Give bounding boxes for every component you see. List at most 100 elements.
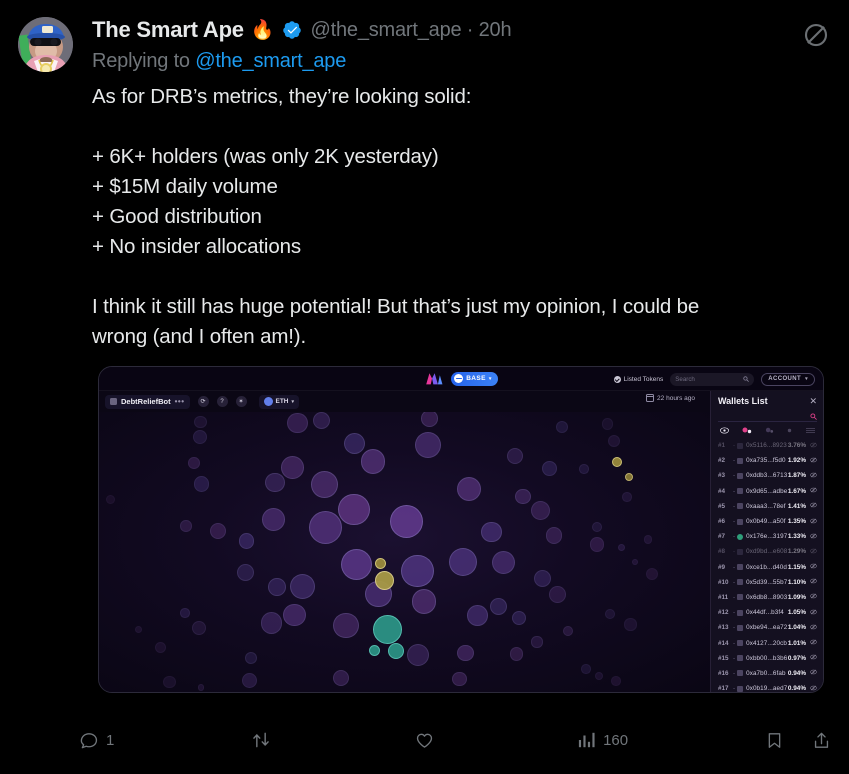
wallet-row[interactable]: #1- 0x5116...8923 3.76%: [718, 438, 817, 453]
eye-toggle-icon[interactable]: [810, 487, 817, 495]
time-badge[interactable]: 22 hours ago: [646, 394, 695, 402]
bubble-node[interactable]: [411, 589, 437, 614]
bubble-node[interactable]: [287, 412, 308, 434]
wallet-address[interactable]: 0x176e...3197: [746, 533, 787, 540]
eye-toggle-icon[interactable]: [810, 563, 817, 571]
bubble-node[interactable]: [341, 548, 373, 580]
bubble-node[interactable]: [333, 612, 360, 639]
bubble-node[interactable]: [506, 447, 524, 465]
wallet-address[interactable]: 0x6db8...8903: [746, 594, 787, 601]
bubble-node[interactable]: [338, 493, 370, 526]
bubble-node[interactable]: [457, 644, 474, 662]
wallet-address[interactable]: 0xaaa3...78ef: [746, 503, 785, 510]
retweet-button[interactable]: [251, 730, 278, 750]
display-name[interactable]: The Smart Ape: [92, 17, 244, 43]
wallet-address[interactable]: 0x5d39...55b7: [746, 579, 787, 586]
bubble-node[interactable]: [163, 675, 176, 688]
bubble-node[interactable]: [374, 570, 394, 590]
bubble-node[interactable]: [415, 431, 442, 458]
wallet-address[interactable]: 0xa735...f5d0: [746, 457, 785, 464]
eye-toggle-icon[interactable]: [810, 609, 817, 617]
wallet-row[interactable]: #11- 0x6db8...8903 1.09%: [718, 590, 817, 605]
embedded-media-image[interactable]: BASE ▾ Listed Tokens Search ACCOUNT ▾ De…: [98, 366, 824, 693]
bubble-node[interactable]: [511, 610, 527, 626]
bubble-node[interactable]: [489, 597, 507, 615]
reply-button[interactable]: 1: [80, 731, 114, 750]
wallet-address[interactable]: 0xddb3...6713: [746, 472, 787, 479]
bubble-node[interactable]: [268, 578, 287, 596]
bubble-node[interactable]: [581, 664, 591, 674]
bubble-node[interactable]: [245, 652, 258, 665]
bubble-node[interactable]: [612, 457, 622, 467]
eye-toggle-icon[interactable]: [810, 502, 817, 510]
bubble-node[interactable]: [188, 457, 200, 469]
bubble-node[interactable]: [622, 492, 633, 502]
wallet-row[interactable]: #2- 0xa735...f5d0 1.92%: [718, 453, 817, 468]
eye-toggle-icon[interactable]: [810, 654, 817, 662]
wallet-address[interactable]: 0x0b49...a50f: [746, 518, 785, 525]
bubble-node[interactable]: [105, 494, 116, 505]
eye-toggle-icon[interactable]: [810, 518, 817, 526]
bubble-node[interactable]: [193, 415, 207, 429]
bubble-map[interactable]: [99, 412, 710, 692]
bubble-node[interactable]: [406, 643, 430, 667]
bubble-node[interactable]: [563, 625, 574, 636]
eye-toggle-icon[interactable]: [810, 533, 817, 541]
help-icon[interactable]: ?: [216, 396, 228, 407]
bubble-node[interactable]: [645, 568, 659, 581]
bubble-node[interactable]: [134, 626, 142, 634]
wallet-address[interactable]: 0x4127...20cb: [746, 640, 787, 647]
token-chip[interactable]: DebtReliefBot •••: [105, 394, 190, 409]
dot-icon[interactable]: [786, 427, 793, 434]
bubble-node[interactable]: [421, 412, 439, 428]
bubble-node[interactable]: [312, 412, 330, 429]
bubble-node[interactable]: [542, 460, 558, 476]
bubble-node[interactable]: [555, 420, 568, 433]
bubble-node[interactable]: [237, 563, 255, 581]
wallet-address[interactable]: 0xbb00...b3b6: [746, 655, 787, 662]
bubble-node[interactable]: [372, 614, 402, 644]
bubble-node[interactable]: [241, 673, 257, 689]
bubble-node[interactable]: [534, 570, 552, 588]
bubble-node[interactable]: [389, 505, 423, 539]
eye-toggle-icon[interactable]: [810, 669, 817, 677]
bubble-node[interactable]: [360, 449, 386, 474]
wallet-address[interactable]: 0xbe94...ea72: [746, 624, 787, 631]
bubble-node[interactable]: [180, 520, 193, 532]
account-button[interactable]: ACCOUNT ▾: [761, 372, 815, 386]
bubble-node[interactable]: [456, 476, 482, 502]
bubble-node[interactable]: [452, 671, 467, 687]
bookmark-button[interactable]: [765, 731, 784, 750]
listed-tokens[interactable]: Listed Tokens: [613, 375, 663, 383]
wallet-address[interactable]: 0x5116...8923: [746, 442, 787, 449]
wallet-address[interactable]: 0xd9bd...e608: [746, 548, 787, 555]
bubble-node[interactable]: [289, 573, 316, 600]
eye-toggle-icon[interactable]: [810, 472, 817, 480]
bubble-node[interactable]: [333, 669, 350, 686]
bubble-node[interactable]: [548, 586, 566, 604]
bubble-node[interactable]: [601, 418, 614, 430]
bubble-node[interactable]: [579, 463, 589, 474]
wallet-row[interactable]: #17- 0x0b19...aed7 0.94%: [718, 681, 817, 692]
bubble-node[interactable]: [589, 537, 604, 552]
bubble-node[interactable]: [388, 643, 404, 659]
bubble-node[interactable]: [644, 535, 653, 544]
replying-to-mention[interactable]: @the_smart_ape: [195, 50, 346, 72]
bubble-node[interactable]: [343, 433, 365, 455]
bubble-node[interactable]: [624, 618, 637, 631]
avatar[interactable]: [18, 17, 73, 72]
grok-slash-icon[interactable]: [801, 20, 831, 50]
like-button[interactable]: [415, 731, 441, 750]
wallet-address[interactable]: 0x9d65...adbe: [746, 488, 787, 495]
wallet-row[interactable]: #4- 0x9d65...adbe 1.67%: [718, 484, 817, 499]
wallet-address[interactable]: 0xce1b...d40d: [746, 564, 787, 571]
wallets-search-input[interactable]: [718, 411, 817, 422]
bubble-node[interactable]: [193, 430, 208, 445]
bubble-node[interactable]: [530, 500, 551, 521]
wallet-row[interactable]: #14- 0x4127...20cb 1.01%: [718, 635, 817, 650]
bubble-node[interactable]: [618, 543, 626, 551]
close-icon[interactable]: ✕: [809, 396, 817, 406]
bubblemaps-logo-icon[interactable]: [424, 372, 444, 385]
bubble-node[interactable]: [604, 609, 615, 620]
eye-toggle-icon[interactable]: [810, 442, 817, 450]
